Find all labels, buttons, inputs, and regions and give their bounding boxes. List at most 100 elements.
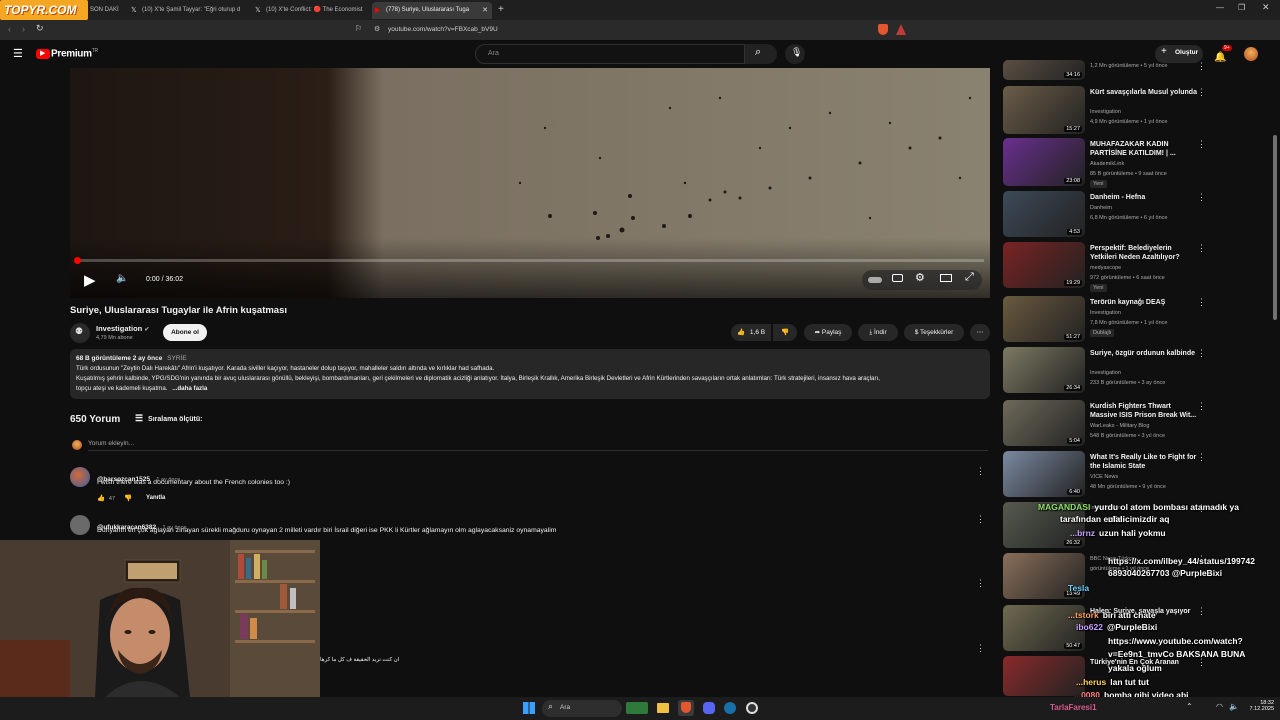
video-thumbnail[interactable]: 4:53 <box>1003 191 1085 237</box>
related-video-channel[interactable]: Investigation <box>1090 108 1200 116</box>
video-thumbnail[interactable]: 23:08 <box>1003 138 1085 186</box>
show-more-link[interactable]: ...daha fazla <box>172 385 207 392</box>
commenter-avatar[interactable] <box>70 467 90 487</box>
sidebar-scrollbar[interactable] <box>1273 135 1277 320</box>
tab-son-dakika[interactable]: SON DAKİ <box>88 2 126 19</box>
video-player[interactable]: ▶ 🔈 0:00 / 36:02 ⚙ ⤢ <box>70 68 990 298</box>
comment-menu-icon[interactable]: ⋮ <box>976 643 985 654</box>
wifi-icon[interactable]: ◠ <box>1216 702 1223 711</box>
related-video-channel[interactable]: Investigation <box>1090 369 1200 377</box>
avatar[interactable] <box>1244 47 1258 61</box>
video-thumbnail[interactable]: 19:29 <box>1003 242 1085 288</box>
brave-shield-icon[interactable] <box>878 24 888 35</box>
comment-menu-icon[interactable]: ⋮ <box>976 466 985 477</box>
related-video-channel[interactable]: Danheim <box>1090 204 1200 212</box>
progress-scrubber[interactable] <box>74 257 81 264</box>
autoplay-toggle[interactable] <box>868 277 882 283</box>
voice-search-button[interactable]: 🎙 <box>785 44 805 64</box>
site-info-icon[interactable]: ⚙ <box>374 23 380 37</box>
forward-icon[interactable]: › <box>22 24 25 34</box>
new-tab-icon[interactable]: + <box>498 4 504 15</box>
minimize-icon[interactable]: — <box>1216 3 1224 12</box>
video-thumbnail[interactable]: 5:04 <box>1003 400 1085 446</box>
clock[interactable]: 18:32 7.12.2025 <box>1244 700 1274 712</box>
menu-icon[interactable]: ☰ <box>13 47 23 60</box>
related-video-menu-icon[interactable]: ⋮ <box>1197 139 1206 150</box>
reload-icon[interactable]: ↻ <box>36 23 44 34</box>
description-box[interactable] <box>70 349 990 399</box>
video-thumbnail[interactable]: 15:27 <box>1003 86 1085 134</box>
video-thumbnail[interactable]: 34:16 <box>1003 60 1085 80</box>
hashtag[interactable]: SYRİE <box>167 355 187 362</box>
volume-button[interactable]: 🔈 <box>116 273 128 284</box>
related-video-menu-icon[interactable]: ⋮ <box>1197 606 1206 617</box>
related-video-title[interactable]: MUHAFAZAKAR KADIN PARTİSİNE KATILDIM! | … <box>1090 140 1200 158</box>
more-actions-button[interactable]: ⋯ <box>970 324 990 341</box>
related-video-title[interactable]: Kurdish Fighters Thwart Massive ISIS Pri… <box>1090 402 1200 420</box>
video-thumbnail[interactable] <box>1003 656 1085 696</box>
search-input[interactable]: Ara <box>475 44 745 64</box>
download-button[interactable]: ⤓ İndir <box>858 324 898 341</box>
related-video-menu-icon[interactable]: ⋮ <box>1197 87 1206 98</box>
like-button[interactable]: 👍 1,6 B <box>731 324 771 341</box>
discord-icon[interactable] <box>703 702 715 714</box>
windows-start-icon[interactable] <box>523 702 535 714</box>
tab-close-icon[interactable]: ✕ <box>482 2 488 19</box>
url-field[interactable]: ⚙ youtube.com/watch?v=FBXcab_bV9U <box>370 23 910 37</box>
taskbar-search[interactable]: ⌕ Ara <box>542 700 622 717</box>
tab-x-samil-tayyar[interactable]: 𝕏 (10) X'te Şamil Tayyar: "Eğri oturup d <box>128 2 246 19</box>
youtube-logo[interactable]: ▶ <box>36 49 50 59</box>
comment-dislike-button[interactable]: 👎 <box>124 494 132 502</box>
theater-mode-icon[interactable] <box>940 274 952 282</box>
bookmark-icon[interactable]: ⚐ <box>355 24 362 33</box>
related-video-menu-icon[interactable]: ⋮ <box>1197 243 1206 254</box>
related-video-title[interactable]: What It's Really Like to Fight for the I… <box>1090 453 1200 471</box>
related-video-channel[interactable]: AkademikLink <box>1090 160 1200 168</box>
tray-chevron-icon[interactable]: ⌃ <box>1186 702 1193 711</box>
tab-x-conflict[interactable]: 𝕏 (10) X'te Conflict: 🔴 The Economist <box>252 2 368 19</box>
related-video-title[interactable]: Kürt savaşçılarla Musul yolunda <box>1090 88 1200 97</box>
close-window-icon[interactable]: ✕ <box>1262 2 1270 13</box>
related-video-menu-icon[interactable]: ⋮ <box>1197 192 1206 203</box>
settings-icon[interactable]: ⚙ <box>915 271 925 284</box>
video-thumbnail[interactable]: 26:34 <box>1003 347 1085 393</box>
comment-menu-icon[interactable]: ⋮ <box>976 514 985 525</box>
related-video-title[interactable]: Suriye, özgür ordunun kalbinde <box>1090 349 1200 358</box>
speaker-icon[interactable]: 🔈 <box>1229 702 1239 711</box>
video-thumbnail[interactable]: 6:40 <box>1003 451 1085 497</box>
comment-like-button[interactable]: 👍 47 <box>97 494 115 502</box>
obs-icon[interactable] <box>746 702 758 714</box>
related-video-channel[interactable]: Investigation <box>1090 309 1200 317</box>
add-comment-input[interactable]: Yorum ekleyin... <box>88 440 988 451</box>
notifications-button[interactable]: 🔔 9+ <box>1214 45 1232 65</box>
tab-youtube-active[interactable]: ▶ (778) Suriye, Uluslararası Tuga ✕ <box>372 2 492 19</box>
fullscreen-icon[interactable]: ⤢ <box>965 271 974 284</box>
taskbar-widget-icon[interactable] <box>626 702 648 714</box>
related-video-channel[interactable]: WarLeaks - Military Blog <box>1090 422 1200 430</box>
thanks-button[interactable]: $ Teşekkürler <box>904 324 964 341</box>
share-button[interactable]: ➦ Paylaş <box>804 324 852 341</box>
related-video-menu-icon[interactable]: ⋮ <box>1197 401 1206 412</box>
commenter-avatar[interactable] <box>70 515 90 535</box>
related-video-title[interactable]: Perspektif: Belediyelerin Yetkileri Nede… <box>1090 244 1200 262</box>
create-button[interactable]: + Oluştur <box>1155 45 1203 63</box>
sort-button[interactable]: ☰ Sıralama ölçütü: <box>135 413 203 424</box>
video-thumbnail[interactable]: 51:27 <box>1003 296 1085 342</box>
progress-bar[interactable] <box>74 257 984 264</box>
reply-button[interactable]: Yanıtla <box>146 495 165 501</box>
search-button[interactable]: ⌕ <box>745 44 777 64</box>
back-icon[interactable]: ‹ <box>8 24 11 34</box>
related-video-menu-icon[interactable]: ⋮ <box>1197 348 1206 359</box>
related-video-menu-icon[interactable]: ⋮ <box>1197 61 1206 72</box>
dislike-button[interactable]: 👎 <box>773 324 797 341</box>
related-video-menu-icon[interactable]: ⋮ <box>1197 452 1206 463</box>
channel-name[interactable]: Investigation ✔ <box>96 324 149 333</box>
brave-browser-icon[interactable] <box>678 700 694 716</box>
restore-icon[interactable]: ❐ <box>1238 3 1245 12</box>
related-video-title[interactable]: Terörün kaynağı DEAŞ <box>1090 298 1200 307</box>
play-button[interactable]: ▶ <box>84 271 96 289</box>
subtitles-icon[interactable] <box>892 274 903 282</box>
comment-menu-icon[interactable]: ⋮ <box>976 578 985 589</box>
related-video-channel[interactable]: VICE News <box>1090 473 1200 481</box>
related-video-menu-icon[interactable]: ⋮ <box>1197 297 1206 308</box>
